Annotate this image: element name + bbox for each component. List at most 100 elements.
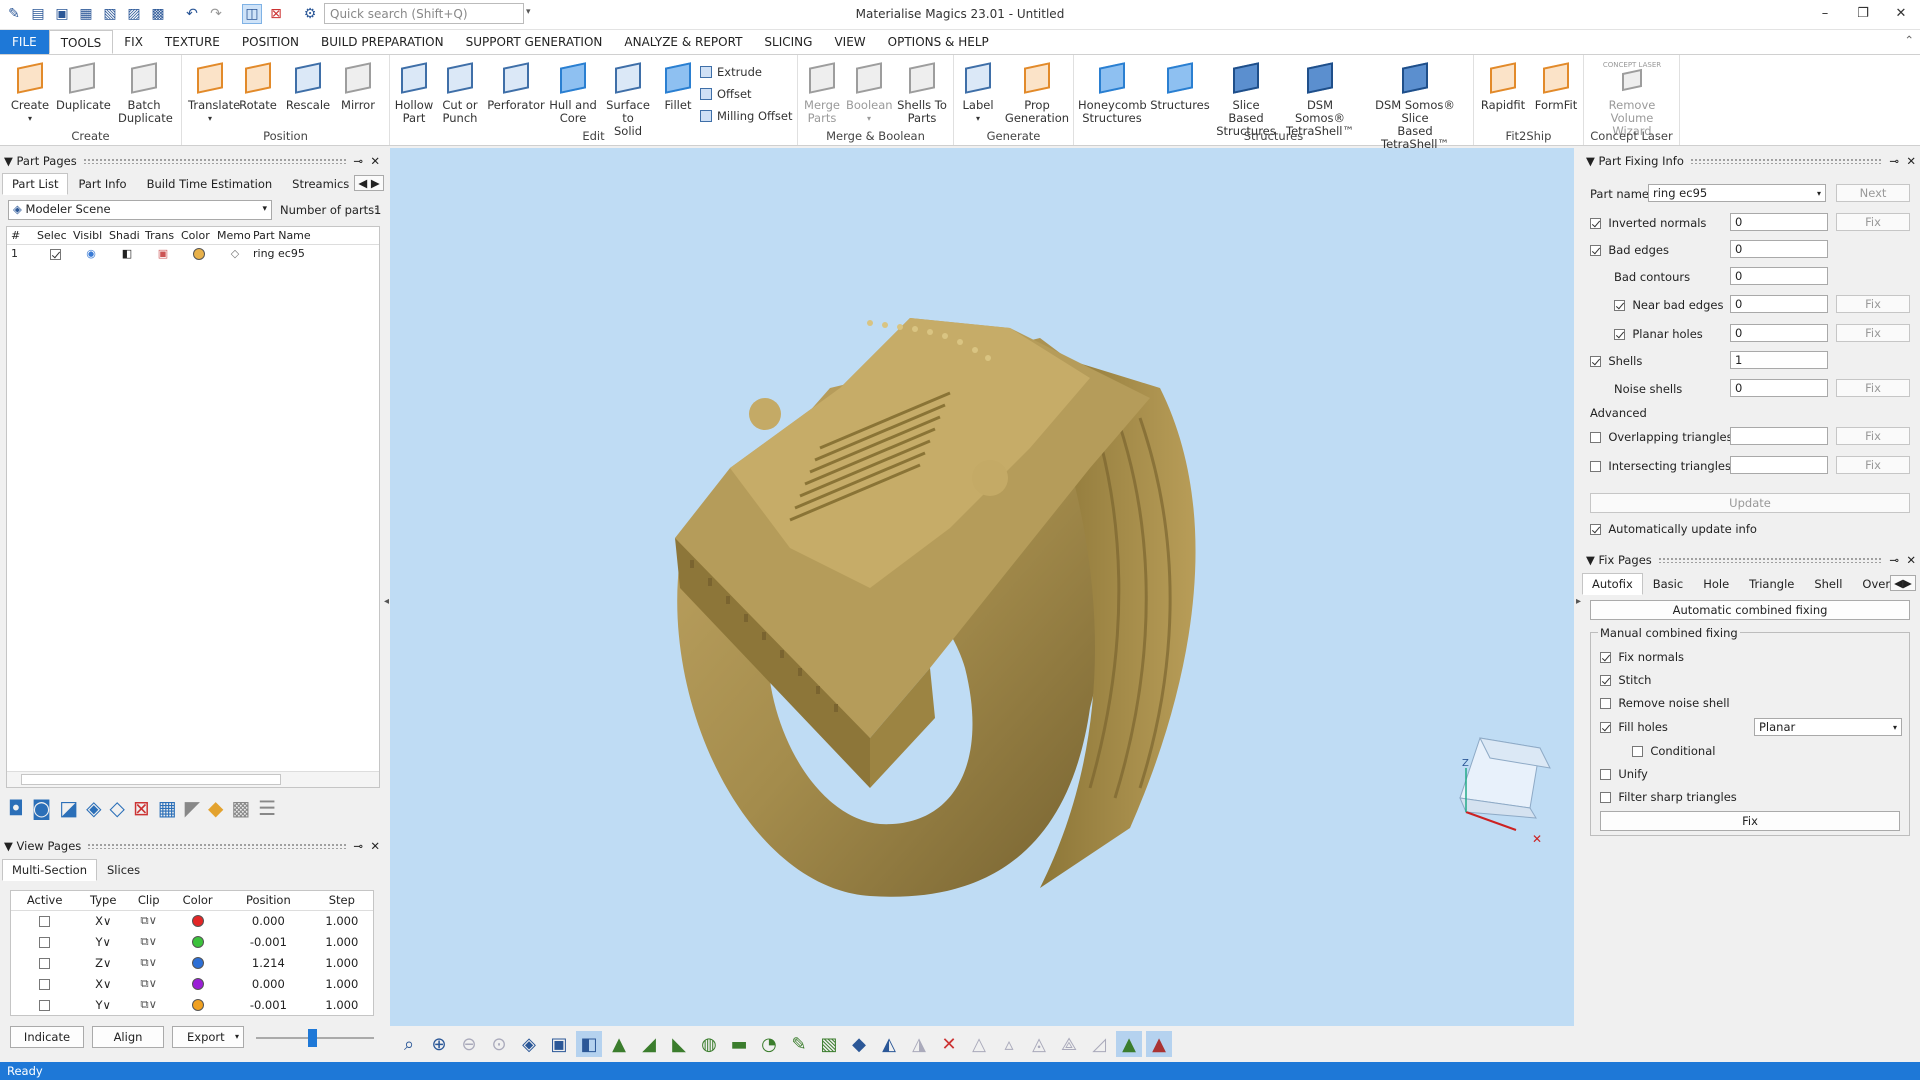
clip-icon[interactable]: ⧉∨ (128, 931, 169, 952)
tab-part-list[interactable]: Part List (2, 173, 69, 195)
near-bad-edges-checkbox[interactable] (1614, 300, 1625, 311)
tab-file[interactable]: FILE (0, 30, 49, 54)
mark-plane-icon[interactable]: ◬ (1026, 1031, 1052, 1057)
active-checkbox[interactable] (39, 978, 51, 990)
triangle-display-icon[interactable]: ▲ (1146, 1031, 1172, 1057)
slider-thumb[interactable] (308, 1029, 317, 1047)
show-all-icon[interactable]: ◙ (32, 796, 51, 820)
section-step[interactable]: 1.000 (311, 994, 373, 1015)
tab-shell[interactable]: Shell (1804, 573, 1852, 595)
section-position[interactable]: 0.000 (226, 973, 311, 994)
shrink-marking-icon[interactable]: ▵ (996, 1031, 1022, 1057)
formfit-button[interactable]: FormFit (1530, 61, 1582, 112)
section-color-swatch[interactable] (191, 915, 204, 928)
inverted-normals-row[interactable]: Inverted normals (1590, 216, 1706, 230)
app-logo-icon[interactable]: ✎ (4, 4, 24, 24)
scrollbar-thumb[interactable] (21, 774, 281, 785)
section-row[interactable]: Y∨ ⧉∨ -0.001 1.000 (11, 994, 373, 1015)
search-dropdown-icon[interactable]: ▾ (526, 7, 531, 17)
duplicate-button[interactable]: Duplicate (56, 61, 111, 112)
section-type[interactable]: Z∨ (78, 952, 128, 973)
active-checkbox[interactable] (39, 999, 51, 1011)
intersecting-checkbox[interactable] (1590, 461, 1601, 472)
tab-build-time[interactable]: Build Time Estimation (137, 173, 283, 195)
close-icon[interactable]: ✕ (1882, 0, 1920, 28)
planar-holes-checkbox[interactable] (1614, 329, 1625, 340)
tab-slices[interactable]: Slices (97, 859, 150, 881)
settings-icon[interactable]: ⚙ (300, 4, 320, 24)
remove-noise-checkbox[interactable] (1600, 698, 1611, 709)
close-panel-icon[interactable]: ✕ (1906, 553, 1916, 567)
remove-part-icon[interactable]: ⊠ (133, 796, 150, 820)
select-all-icon[interactable]: ◘ (8, 796, 24, 820)
perforator-button[interactable]: Perforator (486, 61, 546, 112)
pin-icon[interactable]: ⊸ (353, 154, 363, 168)
select-box-icon[interactable]: ▬ (726, 1031, 752, 1057)
surface-to-solid-button[interactable]: Surface to Solid (600, 61, 656, 138)
create-button[interactable]: Create ▾ (8, 61, 52, 125)
table-row[interactable]: 1 ◉ ◧ ▣ ◇ ring ec95 (7, 245, 379, 263)
minimize-icon[interactable]: – (1806, 0, 1844, 28)
save-icon[interactable]: ▦ (76, 4, 96, 24)
section-type[interactable]: X∨ (78, 910, 128, 931)
update-button[interactable]: Update (1590, 493, 1910, 513)
tab-hole[interactable]: Hole (1693, 573, 1739, 595)
memo-icon[interactable]: ◇ (217, 245, 253, 263)
bad-edges-checkbox[interactable] (1590, 245, 1601, 256)
tab-autofix[interactable]: Autofix (1582, 573, 1643, 595)
section-type[interactable]: Y∨ (78, 931, 128, 952)
lasso-icon[interactable]: ◔ (756, 1031, 782, 1057)
tab-scroll-arrows-icon[interactable]: ◀▶ (1890, 575, 1916, 591)
redo-icon[interactable]: ↷ (206, 4, 226, 24)
cut-or-punch-button[interactable]: Cut or Punch (438, 61, 482, 125)
clip-icon[interactable]: ⧉∨ (128, 910, 169, 931)
scene-select[interactable]: ◈ Modeler Scene ▾ (8, 200, 272, 220)
translate-button[interactable]: Translate ▾ (188, 61, 240, 125)
section-position[interactable]: -0.001 (226, 994, 311, 1015)
fix-intersecting-button[interactable]: Fix (1836, 456, 1910, 474)
fix-button[interactable]: Fix (1600, 811, 1900, 831)
invert-selection-icon[interactable]: ◪ (59, 796, 78, 820)
tab-fix[interactable]: FIX (113, 30, 154, 54)
section-color-swatch[interactable] (191, 936, 204, 948)
clip-icon[interactable]: ⧉∨ (128, 973, 169, 994)
intersecting-row[interactable]: Intersecting triangles (1590, 459, 1731, 473)
column-header[interactable]: Trans (145, 227, 181, 244)
mark-shell-icon[interactable]: ◭ (876, 1031, 902, 1057)
section-step[interactable]: 1.000 (311, 931, 373, 952)
mark-contour-icon[interactable]: ⟁ (1056, 1031, 1082, 1057)
shading-icon[interactable]: ◧ (109, 245, 145, 263)
hull-and-core-button[interactable]: Hull and Core (548, 61, 598, 125)
filter-sharp-row[interactable]: Filter sharp triangles (1600, 790, 1737, 804)
collapse-icon[interactable]: ▼ (4, 154, 13, 168)
tab-analyze-report[interactable]: ANALYZE & REPORT (613, 30, 753, 54)
merge-parts-button[interactable]: Merge Parts (802, 61, 842, 125)
export-button[interactable]: Export ▾ (172, 1026, 244, 1048)
open-file-icon[interactable]: ▣ (52, 4, 72, 24)
new-file-icon[interactable]: ▤ (28, 4, 48, 24)
maximize-icon[interactable]: ❐ (1844, 0, 1882, 28)
column-header[interactable]: Memo (217, 227, 253, 244)
group-parts-icon[interactable]: ◈ (86, 796, 101, 820)
prop-generation-button[interactable]: Prop Generation (1004, 61, 1070, 125)
auto-update-checkbox[interactable] (1590, 524, 1601, 535)
batch-duplicate-button[interactable]: Batch Duplicate (118, 61, 173, 125)
zoom-fit-icon[interactable]: ⊖ (456, 1031, 482, 1057)
section-color-swatch[interactable] (191, 978, 204, 990)
ungroup-icon[interactable]: ◇ (110, 796, 125, 820)
tab-texture[interactable]: TEXTURE (154, 30, 231, 54)
select-surface-icon[interactable]: ◢ (636, 1031, 662, 1057)
perspective-icon[interactable]: ▣ (546, 1031, 572, 1057)
part-name-select[interactable]: ring ec95 ▾ (1648, 184, 1826, 202)
filter-sharp-checkbox[interactable] (1600, 792, 1611, 803)
unmark-icon[interactable]: ◮ (906, 1031, 932, 1057)
fill-holes-row[interactable]: Fill holes (1600, 720, 1668, 734)
hollow-part-button[interactable]: Hollow Part (394, 61, 434, 125)
mirror-button[interactable]: Mirror (336, 61, 380, 112)
stitch-row[interactable]: Stitch (1600, 673, 1651, 687)
fillet-button[interactable]: Fillet (658, 61, 698, 112)
column-header[interactable]: # (7, 227, 37, 244)
tab-multi-section[interactable]: Multi-Section (2, 859, 97, 881)
active-checkbox[interactable] (39, 915, 51, 927)
column-header[interactable]: Selec (37, 227, 73, 244)
